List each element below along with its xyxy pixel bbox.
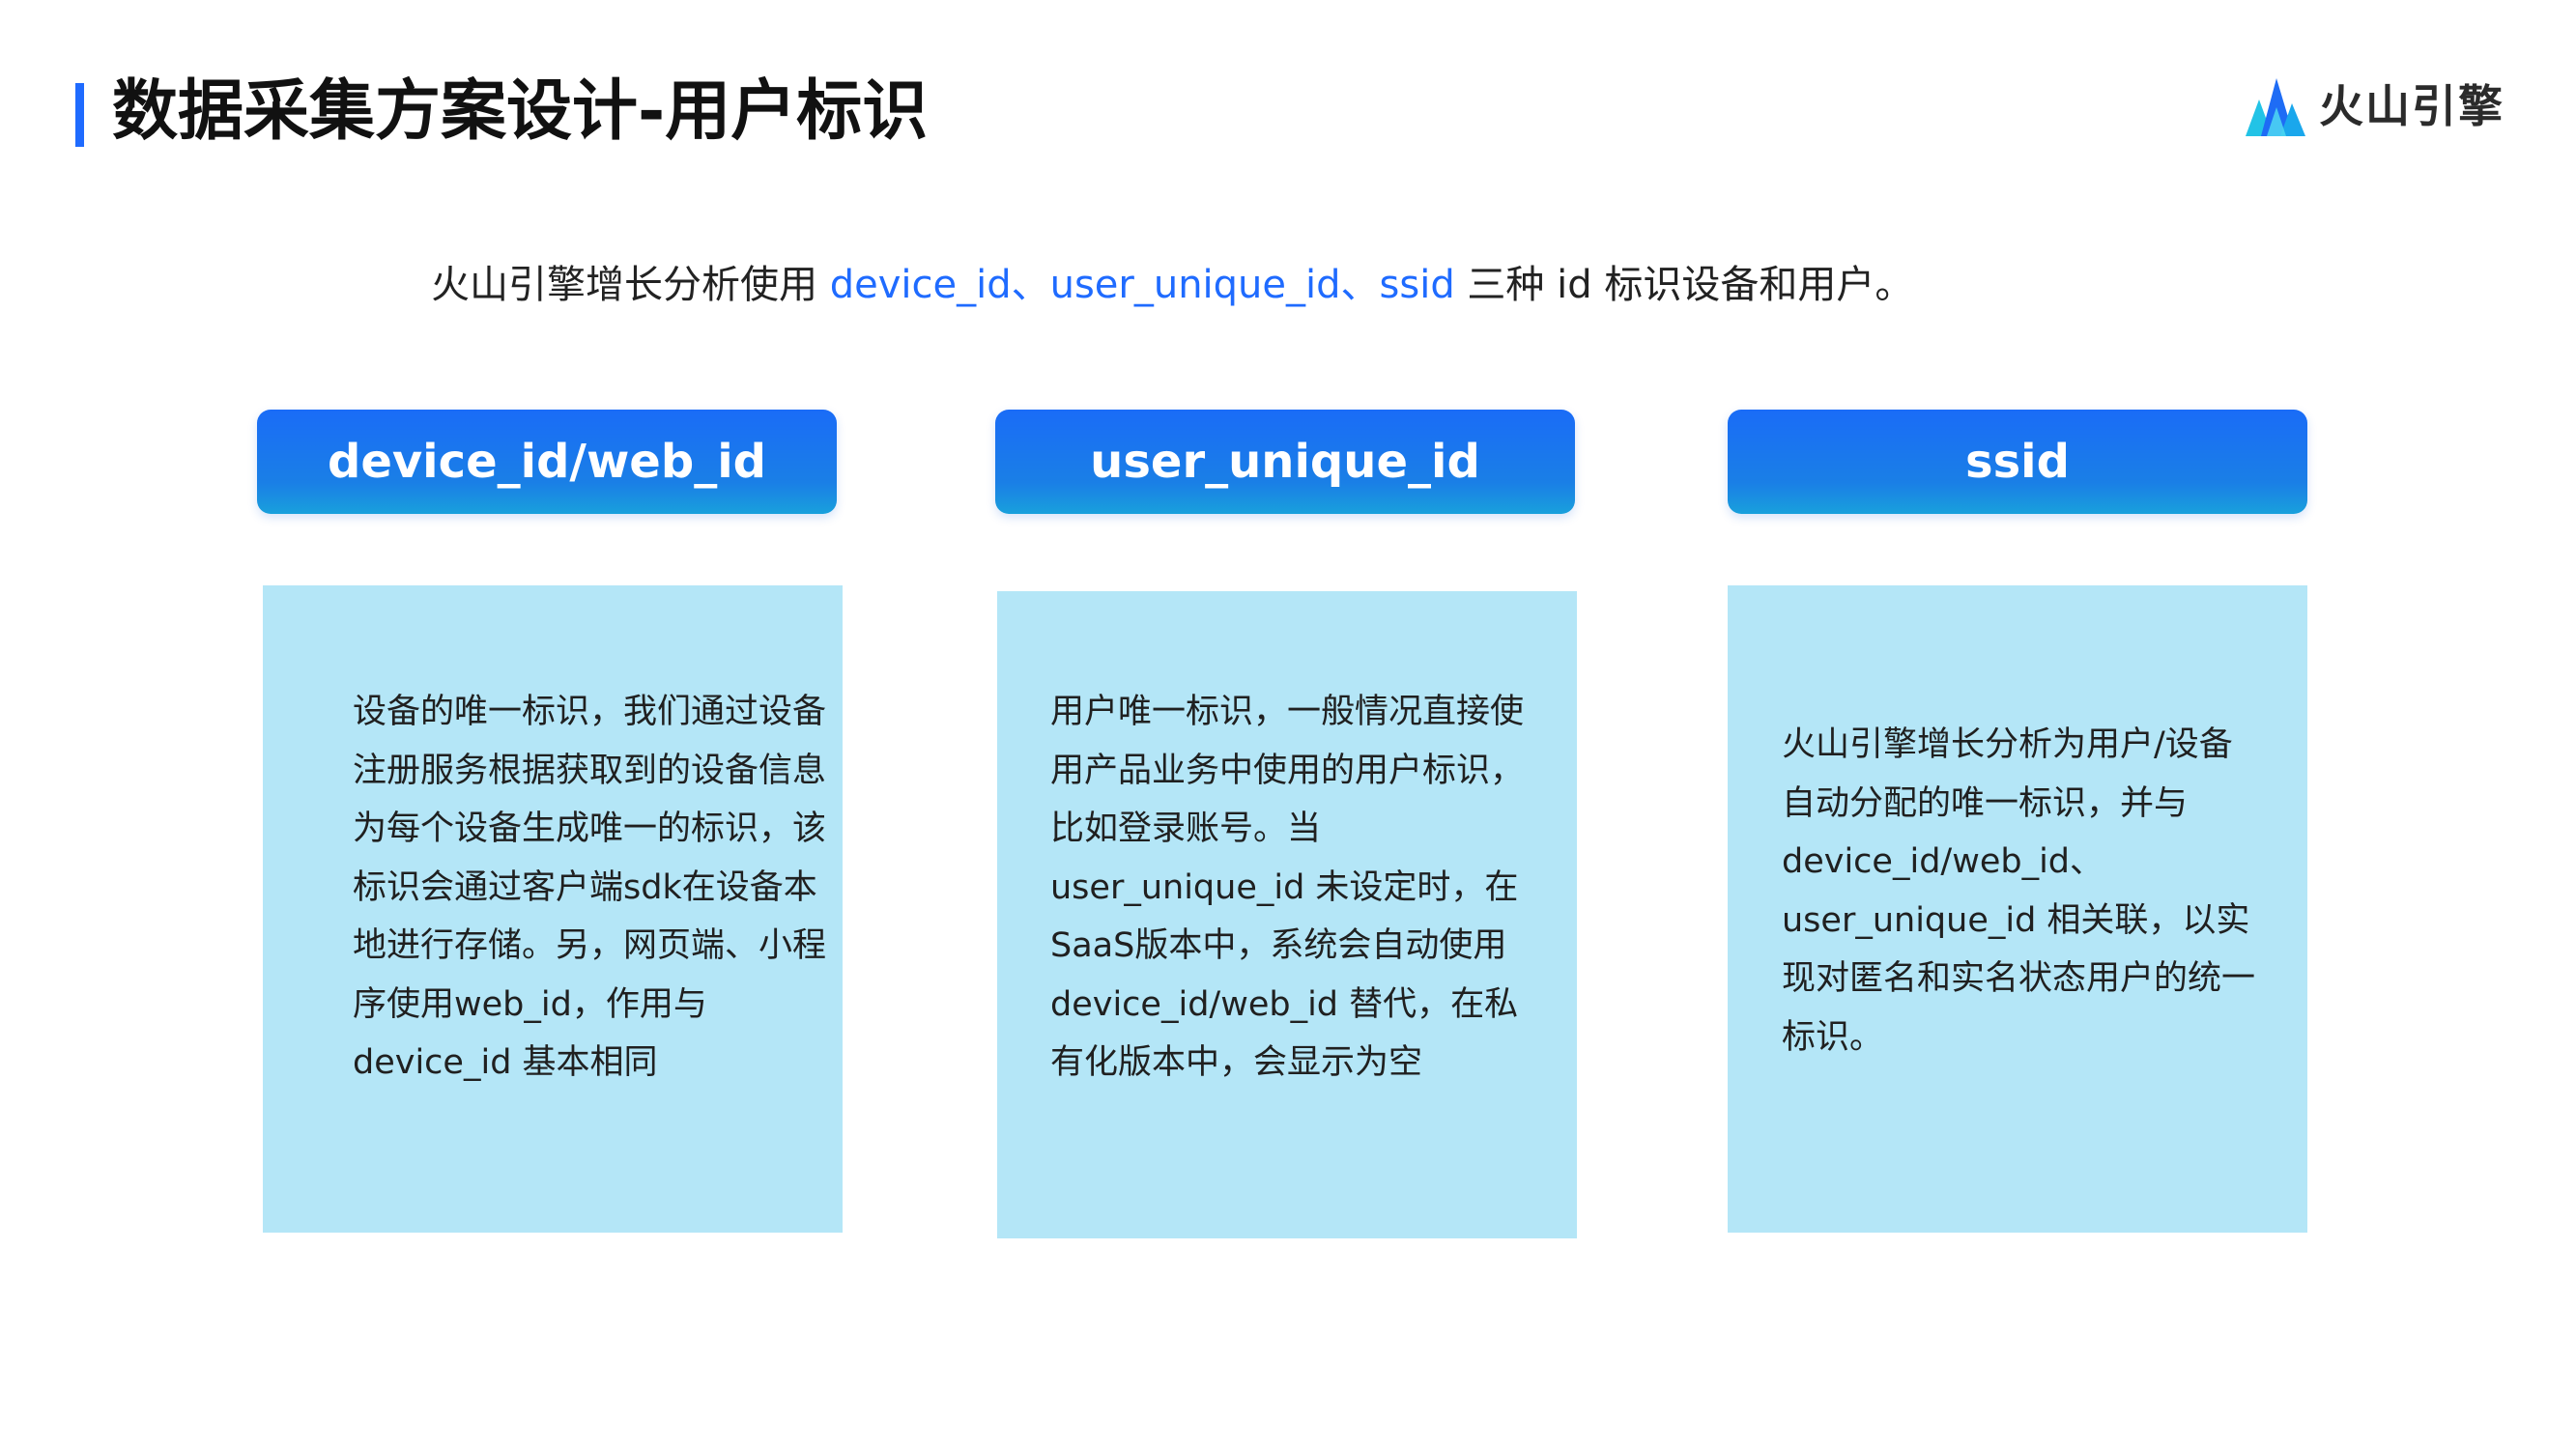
card-line: user_unique_id 相关联，以实 xyxy=(1782,900,2250,940)
card-line: 设备的唯一标识，我们通过设备 xyxy=(353,693,827,731)
logo-text: 火山引擎 xyxy=(2319,80,2504,132)
card-line: device_id/web_id、 xyxy=(1782,842,2104,881)
card-line: 比如登录账号。当 xyxy=(1050,810,1322,848)
card-line: 火山引擎增长分析为用户/设备 xyxy=(1782,725,2233,764)
volcano-engine-logo: 火山引擎 xyxy=(2244,68,2504,145)
header-ssid: ssid xyxy=(1728,410,2307,514)
card-device-id-text: 设备的唯一标识，我们通过设备 注册服务根据获取到的设备信息 为每个设备生成唯一的… xyxy=(353,683,826,1093)
card-line: 用产品业务中使用的用户标识， xyxy=(1050,751,1525,790)
card-line: 序使用web_id，作用与 xyxy=(353,984,707,1024)
title-accent-bar xyxy=(75,83,84,147)
page-title: 数据采集方案设计-用户标识 xyxy=(112,73,929,150)
volcano-mountain-icon xyxy=(2246,78,2305,136)
card-line: 地进行存储。另，网页端、小程 xyxy=(353,926,827,965)
card-line: 为每个设备生成唯一的标识，该 xyxy=(353,810,827,848)
card-device-id: 设备的唯一标识，我们通过设备 注册服务根据获取到的设备信息 为每个设备生成唯一的… xyxy=(263,585,843,1233)
intro-text: 火山引擎增长分析使用 device_id、user_unique_id、ssid… xyxy=(431,253,1913,317)
card-line: 注册服务根据获取到的设备信息 xyxy=(353,751,827,790)
header-user-unique-id: user_unique_id xyxy=(995,410,1575,514)
intro-highlight: device_id、user_unique_id、ssid xyxy=(829,263,1455,307)
card-line: 标识会通过客户端sdk在设备本 xyxy=(353,867,817,907)
card-line: SaaS版本中，系统会自动使用 xyxy=(1050,926,1507,965)
card-line: device_id 基本相同 xyxy=(353,1043,658,1082)
card-line: 有化版本中，会显示为空 xyxy=(1050,1043,1423,1082)
card-line: 现对匿名和实名状态用户的统一 xyxy=(1782,959,2256,998)
card-line: 用户唯一标识，一般情况直接使 xyxy=(1050,693,1525,731)
intro-suffix: 三种 id 标识设备和用户。 xyxy=(1454,263,1914,307)
card-ssid-text: 火山引擎增长分析为用户/设备 自动分配的唯一标识，并与 device_id/we… xyxy=(1782,716,2255,1066)
card-ssid: 火山引擎增长分析为用户/设备 自动分配的唯一标识，并与 device_id/we… xyxy=(1728,585,2307,1233)
card-user-unique-id-text: 用户唯一标识，一般情况直接使 用产品业务中使用的用户标识， 比如登录账号。当 u… xyxy=(1050,683,1524,1093)
card-user-unique-id: 用户唯一标识，一般情况直接使 用产品业务中使用的用户标识， 比如登录账号。当 u… xyxy=(997,591,1577,1238)
card-line: user_unique_id 未设定时，在 xyxy=(1050,867,1519,907)
card-line: device_id/web_id 替代，在私 xyxy=(1050,984,1519,1024)
header-device-id: device_id/web_id xyxy=(257,410,837,514)
card-line: 自动分配的唯一标识，并与 xyxy=(1782,783,2189,823)
card-line: 标识。 xyxy=(1782,1017,1884,1057)
intro-prefix: 火山引擎增长分析使用 xyxy=(431,263,830,307)
